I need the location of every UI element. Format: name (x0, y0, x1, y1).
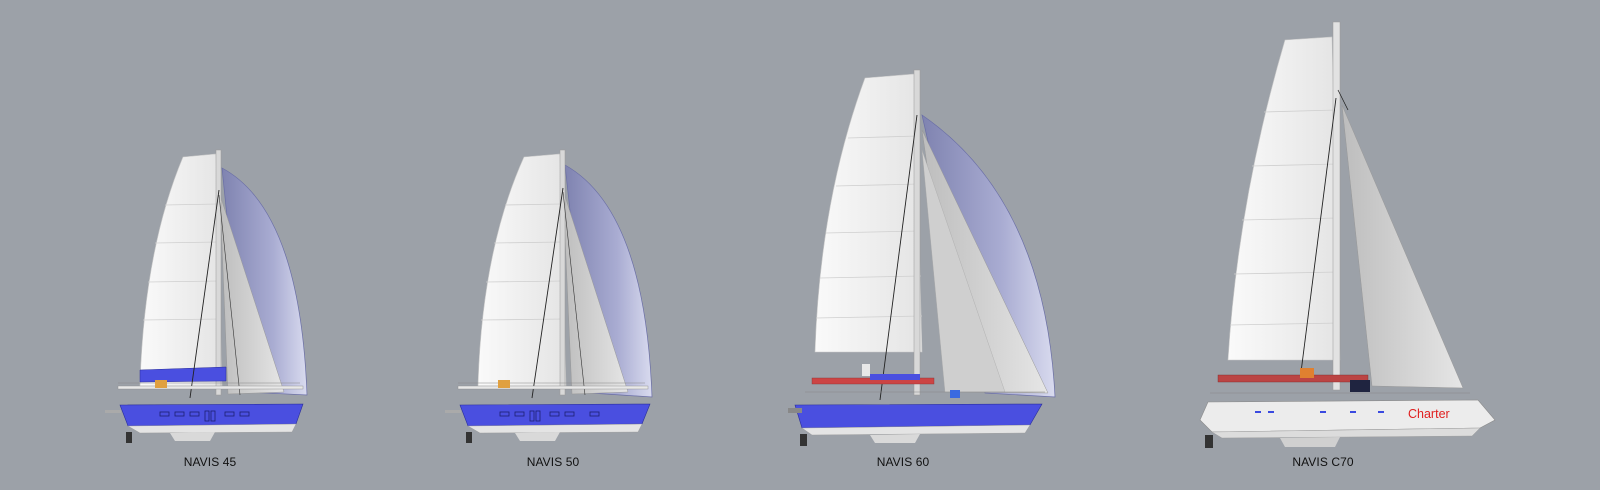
mast (559, 149, 566, 396)
mast (1332, 21, 1341, 391)
boat-navis-50 (445, 149, 653, 443)
boat-label-navis-50: NAVIS 50 (526, 455, 580, 469)
mainsail (814, 73, 923, 353)
mast (215, 149, 222, 396)
boat-label-navis-c70: NAVIS C70 (1292, 455, 1354, 469)
boat-navis-c70: Charter (1199, 21, 1496, 448)
mainsail (139, 153, 223, 387)
hull (119, 403, 304, 427)
hull (794, 403, 1043, 429)
hull (1199, 399, 1496, 433)
jib-sail (1341, 104, 1464, 389)
boat-navis-45 (105, 149, 308, 443)
mast (913, 69, 921, 396)
mainsail (477, 153, 567, 387)
boat-label-navis-60: NAVIS 60 (876, 455, 930, 469)
boat-navis-60 (788, 69, 1056, 446)
boat-comparison-stage: Charter NAVIS 45 NAVIS 50 NAVIS 60 NAVIS… (0, 0, 1600, 490)
hull (459, 403, 651, 427)
hull-charter-text: Charter (1408, 407, 1450, 421)
boat-label-navis-45: NAVIS 45 (183, 455, 237, 469)
boats-drawing: Charter (105, 21, 1496, 448)
